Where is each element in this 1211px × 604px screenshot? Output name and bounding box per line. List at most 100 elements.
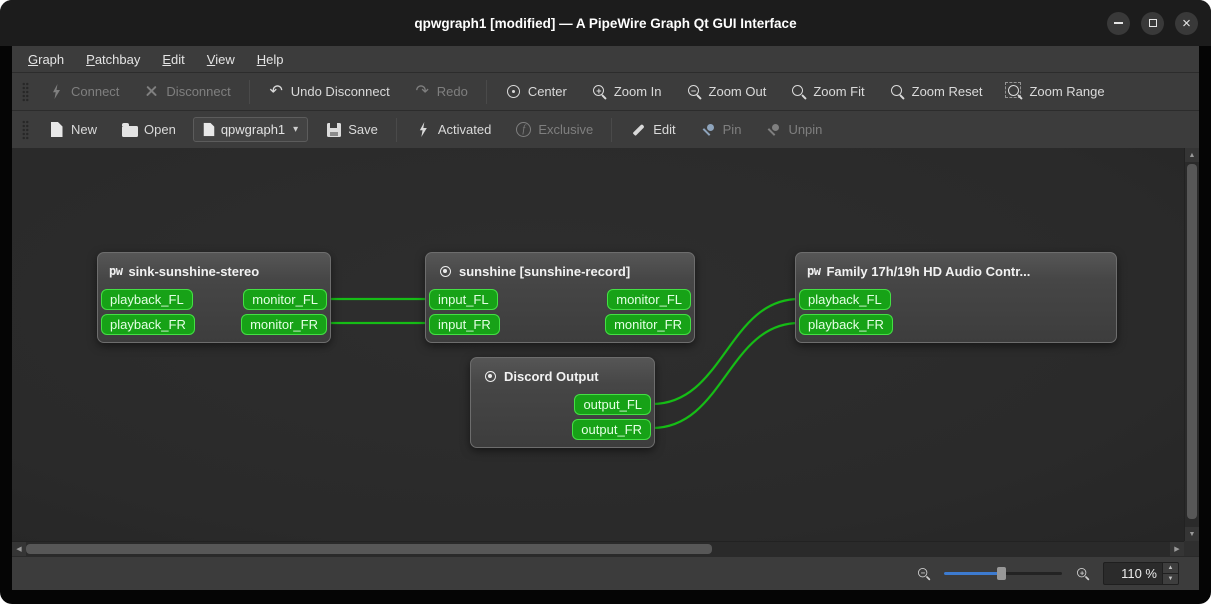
menu-graph[interactable]: Graph [18,49,74,70]
port-playback-fr[interactable]: playback_FR [799,314,893,335]
window-controls: × [1107,0,1198,46]
node-title: sink-sunshine-stereo [128,263,260,279]
zoom-range-button[interactable]: Zoom Range [995,78,1115,105]
horizontal-scrollbar[interactable]: ◀ ▶ [12,541,1184,556]
zoom-spin-up-button[interactable]: ▲ [1163,563,1178,573]
zoom-value-input[interactable] [1104,563,1162,584]
port-monitor-fr[interactable]: monitor_FR [605,314,691,335]
pipewire-icon: pw [807,264,821,278]
node-family-hd-audio[interactable]: pw Family 17h/19h HD Audio Contr... play… [795,252,1117,343]
activated-bolt-icon [415,121,432,138]
port-monitor-fl[interactable]: monitor_FL [607,289,691,310]
zoom-range-icon [1005,82,1023,100]
redo-label: Redo [436,84,468,99]
menu-edit[interactable]: Edit [152,49,194,70]
port-row: playback_FL [799,289,1113,310]
session-dropdown-label: qpwgraph1 [220,122,286,137]
port-input-fl[interactable]: input_FL [429,289,498,310]
port-playback-fl[interactable]: playback_FL [799,289,891,310]
zoom-spin-down-button[interactable]: ▼ [1163,573,1178,584]
menu-help[interactable]: Help [247,49,294,70]
chevron-down-icon: ▾ [293,124,299,135]
scroll-left-arrow[interactable]: ◀ [12,542,26,556]
wires-layer [327,297,800,430]
zoom-slider-fill [944,572,1001,575]
activated-label: Activated [437,122,492,137]
activated-button[interactable]: Activated [404,116,502,143]
menu-patchbay[interactable]: Patchbay [76,49,150,70]
canvas-area: pw sink-sunshine-stereo playback_FL moni… [12,148,1199,556]
vertical-scrollbar[interactable]: ▲ ▼ [1184,148,1199,541]
titlebar[interactable]: qpwgraph1 [modified] — A PipeWire Graph … [0,0,1211,46]
session-dropdown[interactable]: qpwgraph1 ▾ [192,117,309,142]
zoom-fit-label: Zoom Fit [813,84,865,99]
horizontal-scroll-thumb[interactable] [26,544,713,554]
minimize-button[interactable] [1107,11,1130,35]
vertical-scroll-track[interactable] [1185,162,1199,527]
open-button[interactable]: Open [110,116,187,143]
port-output-fl[interactable]: output_FL [574,394,651,415]
zoom-slider[interactable] [944,567,1062,580]
open-label: Open [144,122,176,137]
menu-view[interactable]: View [197,49,245,70]
node-sink-sunshine-stereo[interactable]: pw sink-sunshine-stereo playback_FL moni… [97,252,331,343]
window-title: qpwgraph1 [modified] — A PipeWire Graph … [414,15,797,31]
zoom-slider-handle[interactable] [996,567,1006,580]
scroll-down-arrow[interactable]: ▼ [1185,527,1199,541]
port-row: output_FR [474,419,651,440]
node-header: pw Family 17h/19h HD Audio Contr... [799,260,1113,282]
close-button[interactable]: × [1175,11,1198,35]
node-discord-output[interactable]: Discord Output output_FL output_FR [470,357,655,448]
vertical-scroll-thumb[interactable] [1187,164,1197,519]
graph-canvas[interactable]: pw sink-sunshine-stereo playback_FL moni… [12,148,1184,541]
port-playback-fl[interactable]: playback_FL [101,289,193,310]
node-title: Family 17h/19h HD Audio Contr... [826,263,1031,279]
zoom-in-indicator-icon[interactable]: + [1075,566,1089,580]
port-row: input_FR monitor_FR [429,314,691,335]
toolbar-separator [248,79,250,104]
minimize-icon [1114,22,1123,24]
graph-toolbar: Connect Disconnect ↶ Undo Disconnect ↷ R… [12,72,1199,110]
port-output-fr[interactable]: output_FR [572,419,651,440]
toolbar-handle[interactable] [22,81,29,102]
pin-icon [700,121,717,138]
zoom-fit-button[interactable]: Zoom Fit [779,78,875,105]
app-body: Graph Patchbay Edit View Help Connect Di… [0,46,1211,604]
center-label: Center [527,84,567,99]
new-button[interactable]: New [37,116,108,143]
port-row: playback_FR monitor_FR [101,314,327,335]
scroll-up-arrow[interactable]: ▲ [1185,148,1199,162]
zoom-out-button[interactable]: − Zoom Out [675,78,778,105]
pin-label: Pin [722,122,742,137]
center-button[interactable]: Center [494,78,578,105]
save-button[interactable]: Save [314,116,389,143]
save-label: Save [348,122,378,137]
toolbar-separator [395,117,397,142]
maximize-button[interactable] [1141,11,1164,35]
redo-icon: ↷ [415,82,429,100]
record-icon [482,368,498,384]
port-playback-fr[interactable]: playback_FR [101,314,195,335]
zoom-out-icon: − [686,83,703,100]
port-monitor-fr[interactable]: monitor_FR [241,314,327,335]
toolbar-separator [611,117,613,142]
port-input-fr[interactable]: input_FR [429,314,500,335]
node-title: sunshine [sunshine-record] [459,263,631,279]
scroll-right-arrow[interactable]: ▶ [1170,542,1184,556]
pipewire-icon: pw [109,264,123,278]
session-file-icon [203,122,215,137]
toolbar-handle[interactable] [22,119,29,140]
port-monitor-fl[interactable]: monitor_FL [243,289,327,310]
disconnect-icon [143,83,160,100]
node-sunshine-record[interactable]: sunshine [sunshine-record] input_FL moni… [425,252,695,343]
zoom-in-button[interactable]: + Zoom In [580,78,673,105]
horizontal-scroll-track[interactable] [26,542,1170,556]
zoom-out-indicator-icon[interactable]: − [916,566,930,580]
edit-button[interactable]: Edit [619,116,686,143]
undo-disconnect-button[interactable]: ↶ Undo Disconnect [257,78,401,105]
zoom-reset-button[interactable]: Zoom Reset [878,78,994,105]
zoom-reset-label: Zoom Reset [911,84,983,99]
new-file-icon [50,122,63,137]
zoom-in-label: Zoom In [613,84,662,99]
edit-label: Edit [653,122,676,137]
